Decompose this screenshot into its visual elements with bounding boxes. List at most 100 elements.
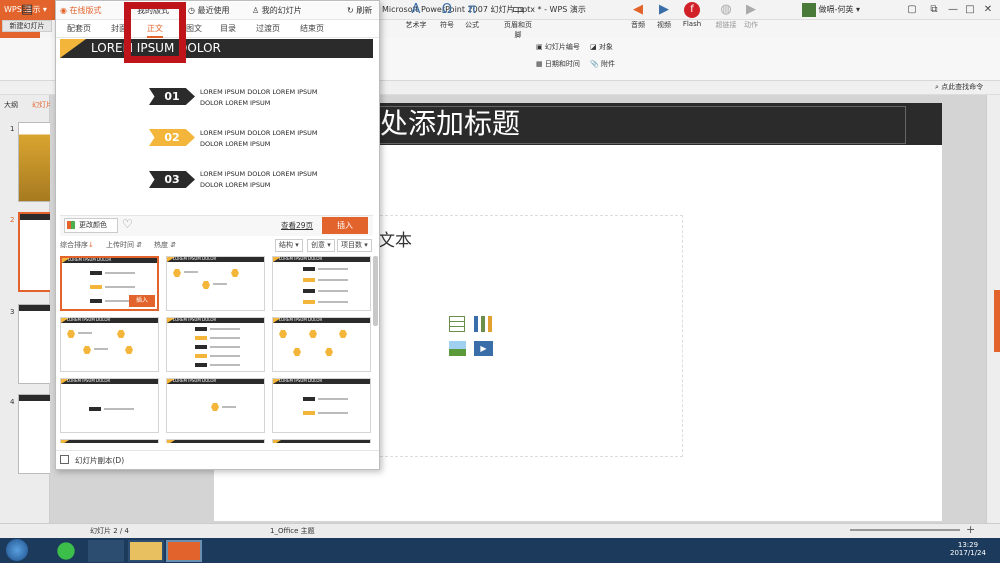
structure-select[interactable]: 结构 ▾ xyxy=(275,239,303,252)
header-footer-button[interactable]: ▭ 页眉和页脚 xyxy=(502,0,534,43)
insert-picture-icon[interactable] xyxy=(449,341,466,356)
card-title: LOREM IPSUM DOLOR xyxy=(173,256,217,261)
view-pages-link[interactable]: 查看29页 xyxy=(281,220,313,231)
tab-ending[interactable]: 结束页 xyxy=(300,20,324,38)
card-hexagon xyxy=(309,330,317,338)
sort-upload-time[interactable]: 上传时间 ⇵ xyxy=(106,240,142,250)
action-button[interactable]: ▶ 动作 xyxy=(740,0,762,43)
template-card[interactable]: LOREM IPSUM DOLOR xyxy=(272,378,371,433)
favorite-heart-icon[interactable]: ♡ xyxy=(122,217,133,231)
refresh-button[interactable]: ↻ 刷新 xyxy=(347,2,372,20)
close-icon[interactable]: ✕ xyxy=(980,2,996,18)
slide-thumbnail-3[interactable] xyxy=(18,304,54,384)
card-arrow xyxy=(89,407,101,411)
zoom-in-icon[interactable]: + xyxy=(966,523,975,536)
app-taskbar-icon[interactable] xyxy=(88,540,124,562)
card-text-line xyxy=(318,268,348,270)
template-card[interactable]: LOREM IPSUM DOLOR xyxy=(60,317,159,372)
zoom-slider[interactable] xyxy=(850,529,960,531)
speaker-icon: ◀ xyxy=(633,2,643,17)
slide-counter: 幻灯片 2 / 4 xyxy=(90,527,129,535)
card-text-line xyxy=(104,408,134,410)
side-panel-toggle[interactable] xyxy=(994,290,1000,352)
symbol-label: 符号 xyxy=(440,21,454,29)
formula-label: 公式 xyxy=(465,21,479,29)
insert-media-icon[interactable]: ▶ xyxy=(474,341,493,356)
card-text-line xyxy=(213,283,227,285)
duplicate-slide-button[interactable]: 幻灯片副本(D) xyxy=(75,455,124,466)
start-button[interactable] xyxy=(6,539,28,561)
palette-icon xyxy=(67,221,75,229)
card-title: LOREM IPSUM DOLOR xyxy=(68,257,112,262)
template-card[interactable]: LOREM IPSUM DOLOR xyxy=(166,378,265,433)
explorer-taskbar-icon[interactable] xyxy=(128,540,164,562)
content-placeholder[interactable] xyxy=(370,215,683,457)
sort-hot[interactable]: 热度 ⇵ xyxy=(154,240,176,250)
item-count-select[interactable]: 项目数 ▾ xyxy=(337,239,372,252)
tab-image-text[interactable]: 图文 xyxy=(186,20,202,38)
card-accent xyxy=(167,440,175,443)
maximize-icon[interactable]: □ xyxy=(962,2,978,18)
content-placeholder-text: 文本 xyxy=(378,231,412,251)
recent-button[interactable]: ◷ 最近使用 xyxy=(188,2,230,20)
user-account[interactable]: 做嗝-何英 ▾ xyxy=(802,0,860,20)
minimize-ribbon-icon[interactable]: ▢ xyxy=(904,2,920,18)
grid-scrollbar[interactable] xyxy=(373,256,378,326)
card-text-line xyxy=(105,300,129,302)
online-template-button[interactable]: ◉ 在线版式 xyxy=(60,2,102,20)
card-arrow xyxy=(195,327,207,331)
template-card[interactable]: LOREM IPSUM DOLOR xyxy=(60,378,159,433)
template-card[interactable] xyxy=(60,439,159,443)
card-arrow xyxy=(90,271,102,275)
formula-button[interactable]: π 公式 xyxy=(460,0,484,43)
card-hexagon xyxy=(279,330,287,338)
card-text-line xyxy=(210,364,240,366)
symbol-button[interactable]: Ω 符号 xyxy=(434,0,460,43)
template-card[interactable]: LOREM IPSUM DOLOR xyxy=(166,317,265,372)
tab-outline[interactable]: 大纲 xyxy=(4,100,18,110)
insert-chart-icon[interactable] xyxy=(474,316,492,332)
minimize-icon[interactable]: — xyxy=(945,2,961,18)
template-card[interactable] xyxy=(272,439,371,443)
tab-matching[interactable]: 配套页 xyxy=(67,20,91,38)
slide-thumbnail-2[interactable] xyxy=(18,212,54,292)
art-text-icon: A xyxy=(411,2,421,17)
object-button[interactable]: ◪ 对象 xyxy=(590,40,613,54)
attachment-button[interactable]: 📎 附件 xyxy=(590,57,615,71)
flash-button[interactable]: f Flash xyxy=(680,0,704,43)
restore-icon[interactable]: ⧉ xyxy=(926,2,942,18)
sort-all[interactable]: 综合排序↓ xyxy=(60,240,94,250)
tab-toc[interactable]: 目录 xyxy=(220,20,236,38)
new-slide-button[interactable]: ▤ 新建幻灯片 xyxy=(2,0,52,43)
hyperlink-button[interactable]: ◍ 超链接 xyxy=(712,0,740,43)
date-time-button[interactable]: ▦ 日期和时间 xyxy=(536,57,580,71)
browser-taskbar-icon[interactable] xyxy=(48,540,84,562)
creative-select[interactable]: 创意 ▾ xyxy=(307,239,335,252)
slide-title[interactable]: 处添加标题 xyxy=(380,104,520,144)
my-slides-button[interactable]: ♙ 我的幻灯片 xyxy=(252,2,302,20)
template-card[interactable]: LOREM IPSUM DOLOR xyxy=(272,317,371,372)
template-card[interactable]: LOREM IPSUM DOLOR 插入 xyxy=(60,256,159,311)
audio-button[interactable]: ◀ 音频 xyxy=(626,0,650,43)
template-card[interactable] xyxy=(166,439,265,443)
card-title-bar xyxy=(61,440,158,443)
slide-thumbnail-1[interactable] xyxy=(18,122,54,202)
clock: 13:29 2017/1/24 xyxy=(950,541,986,557)
recent-label: 最近使用 xyxy=(197,6,230,15)
card-text-line xyxy=(184,271,198,273)
tab-transition[interactable]: 过渡页 xyxy=(256,20,280,38)
card-arrow xyxy=(303,278,315,282)
card-text-line xyxy=(318,279,348,281)
template-card[interactable]: LOREM IPSUM DOLOR xyxy=(272,256,371,311)
template-card[interactable]: LOREM IPSUM DOLOR xyxy=(166,256,265,311)
wps-taskbar-icon[interactable] xyxy=(166,540,202,562)
slide-thumbnail-4[interactable] xyxy=(18,394,54,474)
my-slides-label: 我的幻灯片 xyxy=(261,6,302,15)
insert-table-icon[interactable] xyxy=(449,316,465,332)
video-button[interactable]: ▶ 视频 xyxy=(652,0,676,43)
insert-button[interactable]: 插入 xyxy=(322,217,368,234)
art-text-button[interactable]: A 艺术字 xyxy=(398,0,434,43)
slide-number-button[interactable]: ▣ 幻灯片编号 xyxy=(536,40,580,54)
card-insert-button[interactable]: 插入 xyxy=(129,295,155,307)
command-search[interactable]: ⌕ 点此查找命令 xyxy=(935,82,983,92)
